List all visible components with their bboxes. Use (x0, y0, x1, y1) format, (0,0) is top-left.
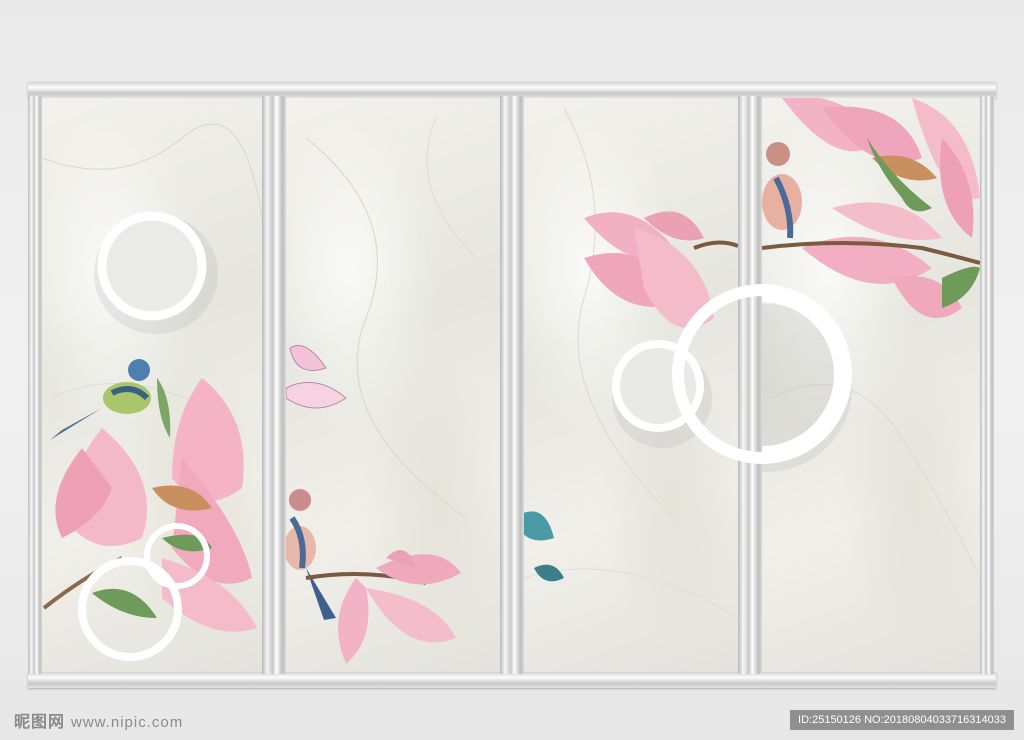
bottom-rail (28, 672, 996, 688)
magnolia-branch (338, 550, 461, 664)
frame-post-right (980, 96, 994, 674)
blue-tit-bird (50, 359, 151, 440)
panel-1-art (42, 123, 262, 661)
teal-butterfly (524, 511, 564, 582)
marble-panel-2 (286, 98, 500, 672)
perched-bird (286, 489, 336, 620)
pink-butterfly (286, 345, 347, 409)
site-watermark: 昵图网 www.nipic.com (14, 708, 183, 732)
frame-post-2 (500, 96, 524, 674)
magnolia-flowers (42, 378, 257, 632)
marble-panel-3 (524, 98, 738, 672)
image-id-label: ID:25150126 NO:20180804033716314033 (790, 710, 1014, 730)
panel-2-art (286, 117, 477, 664)
frame-post-left (28, 96, 42, 674)
panel-4-art (762, 98, 980, 579)
frame-post-3 (738, 96, 762, 674)
perched-bird (762, 142, 802, 239)
marble-panel-4 (762, 98, 980, 672)
panel-3-art (524, 107, 738, 619)
watermark-site-url: www.nipic.com (71, 714, 184, 731)
magnolia-blossom (584, 211, 738, 328)
watermark-site-name: 昵图网 (14, 714, 66, 731)
marble-panel-1 (42, 98, 262, 672)
frame-post-1 (262, 96, 286, 674)
